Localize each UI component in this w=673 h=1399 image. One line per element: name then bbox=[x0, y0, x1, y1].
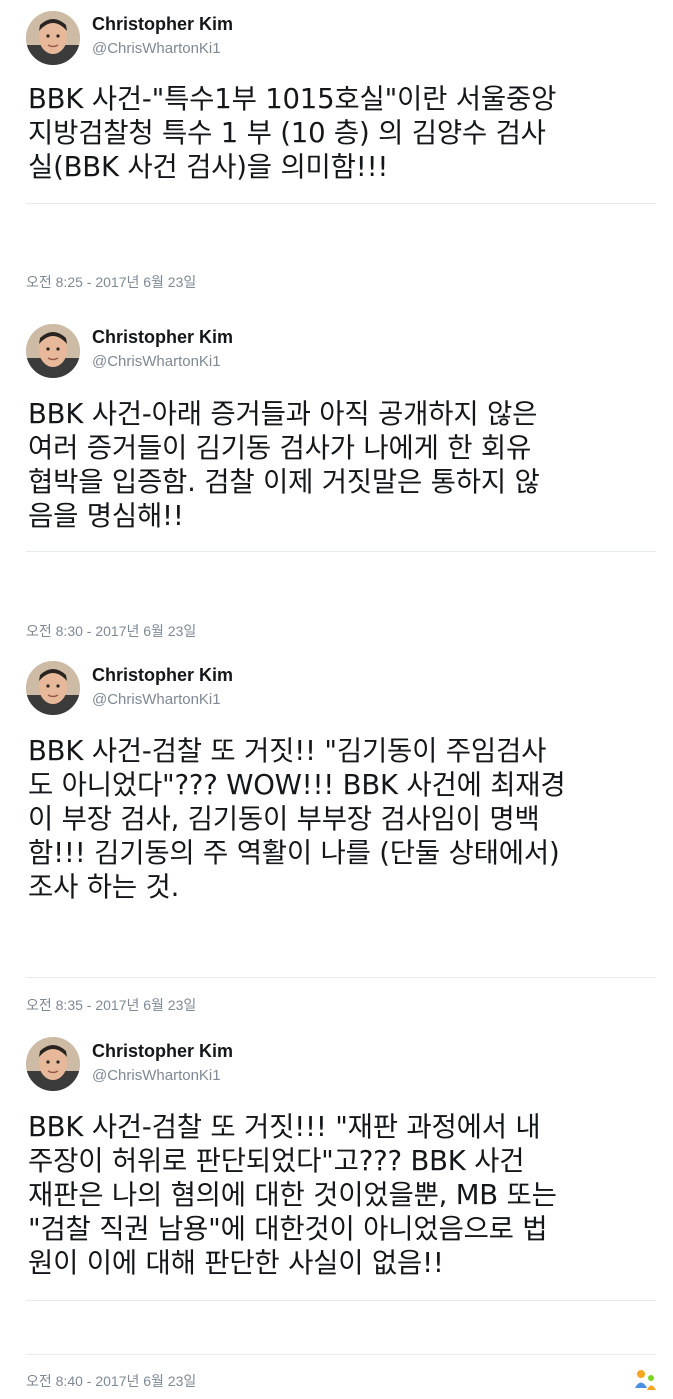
author-handle[interactable]: @ChrisWhartonKi1 bbox=[92, 1067, 221, 1084]
tweet-text: BBK 사건-검찰 또 거짓!! "김기동이 주임검사 도 아니었다"??? W… bbox=[28, 735, 566, 903]
author-name[interactable]: Christopher Kim bbox=[92, 665, 233, 686]
tweet-text: BBK 사건-검찰 또 거짓!!! "재판 과정에서 내 주장이 허위로 판단되… bbox=[28, 1111, 557, 1279]
avatar[interactable] bbox=[26, 1037, 80, 1091]
tweet-text: BBK 사건-"특수1부 1015호실"이란 서울중앙 지방검찰청 특수 1 부… bbox=[28, 83, 557, 183]
author-name[interactable]: Christopher Kim bbox=[92, 14, 233, 35]
tweet-timestamp[interactable]: 오전 8:25 - 2017년 6월 23일 bbox=[26, 272, 196, 292]
divider bbox=[26, 977, 656, 978]
avatar[interactable] bbox=[26, 324, 80, 378]
divider bbox=[26, 203, 656, 204]
avatar[interactable] bbox=[26, 11, 80, 65]
tweet-text: BBK 사건-아래 증거들과 아직 공개하지 않은 여러 증거들이 김기동 검사… bbox=[28, 398, 540, 532]
divider bbox=[26, 1300, 656, 1301]
watermark-person-icon bbox=[635, 1370, 656, 1390]
author-handle[interactable]: @ChrisWhartonKi1 bbox=[92, 353, 221, 370]
author-handle[interactable]: @ChrisWhartonKi1 bbox=[92, 40, 221, 57]
avatar-photo-icon bbox=[26, 324, 80, 378]
divider bbox=[26, 551, 656, 552]
avatar-photo-icon bbox=[26, 11, 80, 65]
avatar-photo-icon bbox=[26, 661, 80, 715]
tweet-timestamp[interactable]: 오전 8:35 - 2017년 6월 23일 bbox=[26, 995, 196, 1015]
author-name[interactable]: Christopher Kim bbox=[92, 1041, 233, 1062]
tweet-timestamp[interactable]: 오전 8:40 - 2017년 6월 23일 bbox=[26, 1371, 196, 1391]
avatar[interactable] bbox=[26, 661, 80, 715]
author-name[interactable]: Christopher Kim bbox=[92, 327, 233, 348]
tweet-timestamp[interactable]: 오전 8:30 - 2017년 6월 23일 bbox=[26, 621, 196, 641]
author-handle[interactable]: @ChrisWhartonKi1 bbox=[92, 691, 221, 708]
avatar-photo-icon bbox=[26, 1037, 80, 1091]
divider bbox=[26, 1354, 656, 1355]
